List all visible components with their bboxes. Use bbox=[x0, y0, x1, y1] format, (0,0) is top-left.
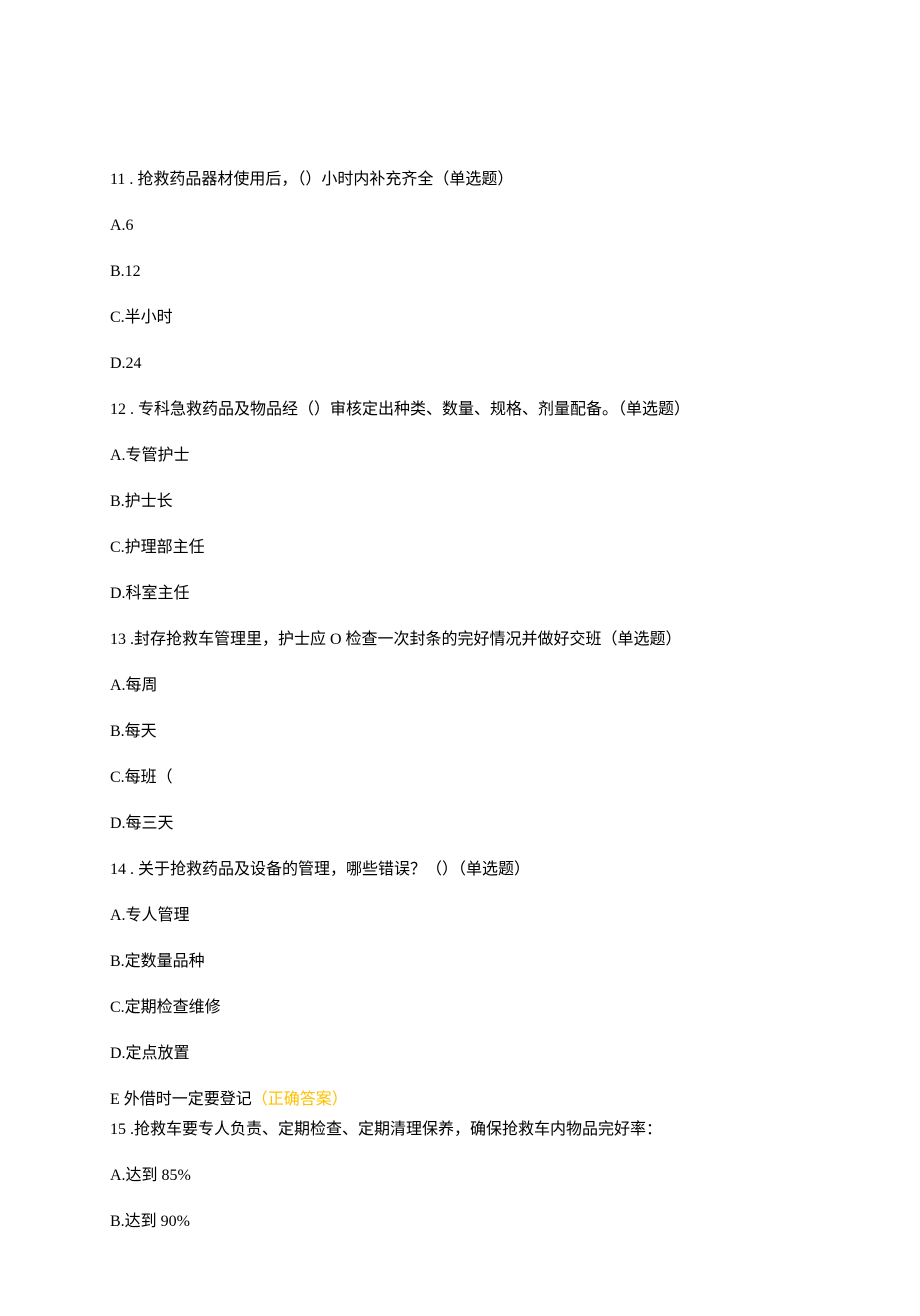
option-12-A: A.专管护士 bbox=[110, 444, 810, 468]
option-14-B: B.定数量品种 bbox=[110, 950, 810, 974]
question-number: 11 bbox=[110, 171, 125, 188]
question-number: 14 bbox=[110, 861, 126, 878]
question-11-stem: 11 . 抢救药品器材使用后，（）小时内补充齐全（单选题） bbox=[110, 168, 810, 192]
option-11-A: A.6 bbox=[110, 214, 810, 238]
option-12-C: C.护理部主任 bbox=[110, 536, 810, 560]
document-page: 11 . 抢救药品器材使用后，（）小时内补充齐全（单选题） A.6 B.12 C… bbox=[0, 0, 920, 1316]
option-13-D: D.每三天 bbox=[110, 812, 810, 836]
question-text: . 关于抢救药品及设备的管理，哪些错误？（）（单选题） bbox=[126, 861, 530, 878]
question-number: 12 bbox=[110, 401, 126, 418]
question-14-stem: 14 . 关于抢救药品及设备的管理，哪些错误？（）（单选题） bbox=[110, 858, 810, 882]
option-12-B: B.护士长 bbox=[110, 490, 810, 514]
question-text: . 抢救药品器材使用后，（）小时内补充齐全（单选题） bbox=[125, 171, 513, 188]
option-13-A: A.每周 bbox=[110, 674, 810, 698]
question-text: . 专科急救药品及物品经（）审核定出种类、数量、规格、剂量配备。（单选题） bbox=[126, 401, 690, 418]
option-15-B: B.达到 90% bbox=[110, 1210, 810, 1234]
question-13-stem: 13 .封存抢救车管理里，护士应 O 检查一次封条的完好情况并做好交班（单选题） bbox=[110, 628, 810, 652]
option-13-B: B.每天 bbox=[110, 720, 810, 744]
question-15-stem: 15 .抢救车要专人负责、定期检查、定期清理保养，确保抢救车内物品完好率： bbox=[110, 1118, 810, 1142]
correct-answer-label: （正确答案） bbox=[252, 1091, 348, 1108]
question-text: .抢救车要专人负责、定期检查、定期清理保养，确保抢救车内物品完好率： bbox=[126, 1121, 662, 1138]
option-11-C: C.半小时 bbox=[110, 306, 810, 330]
option-13-C: C.每班（ bbox=[110, 766, 810, 790]
option-12-D: D.科室主任 bbox=[110, 582, 810, 606]
question-12-stem: 12 . 专科急救药品及物品经（）审核定出种类、数量、规格、剂量配备。（单选题） bbox=[110, 398, 810, 422]
option-11-D: D.24 bbox=[110, 352, 810, 376]
option-14-C: C.定期检查维修 bbox=[110, 996, 810, 1020]
question-number: 13 bbox=[110, 631, 126, 648]
question-number: 15 bbox=[110, 1121, 126, 1138]
option-15-A: A.达到 85% bbox=[110, 1164, 810, 1188]
option-14-D: D.定点放置 bbox=[110, 1042, 810, 1066]
option-14-E-text: E 外借时一定要登记 bbox=[110, 1091, 252, 1108]
option-11-B: B.12 bbox=[110, 260, 810, 284]
option-14-E: E 外借时一定要登记（正确答案） bbox=[110, 1088, 810, 1112]
question-text: .封存抢救车管理里，护士应 O 检查一次封条的完好情况并做好交班（单选题） bbox=[126, 631, 682, 648]
option-14-A: A.专人管理 bbox=[110, 904, 810, 928]
